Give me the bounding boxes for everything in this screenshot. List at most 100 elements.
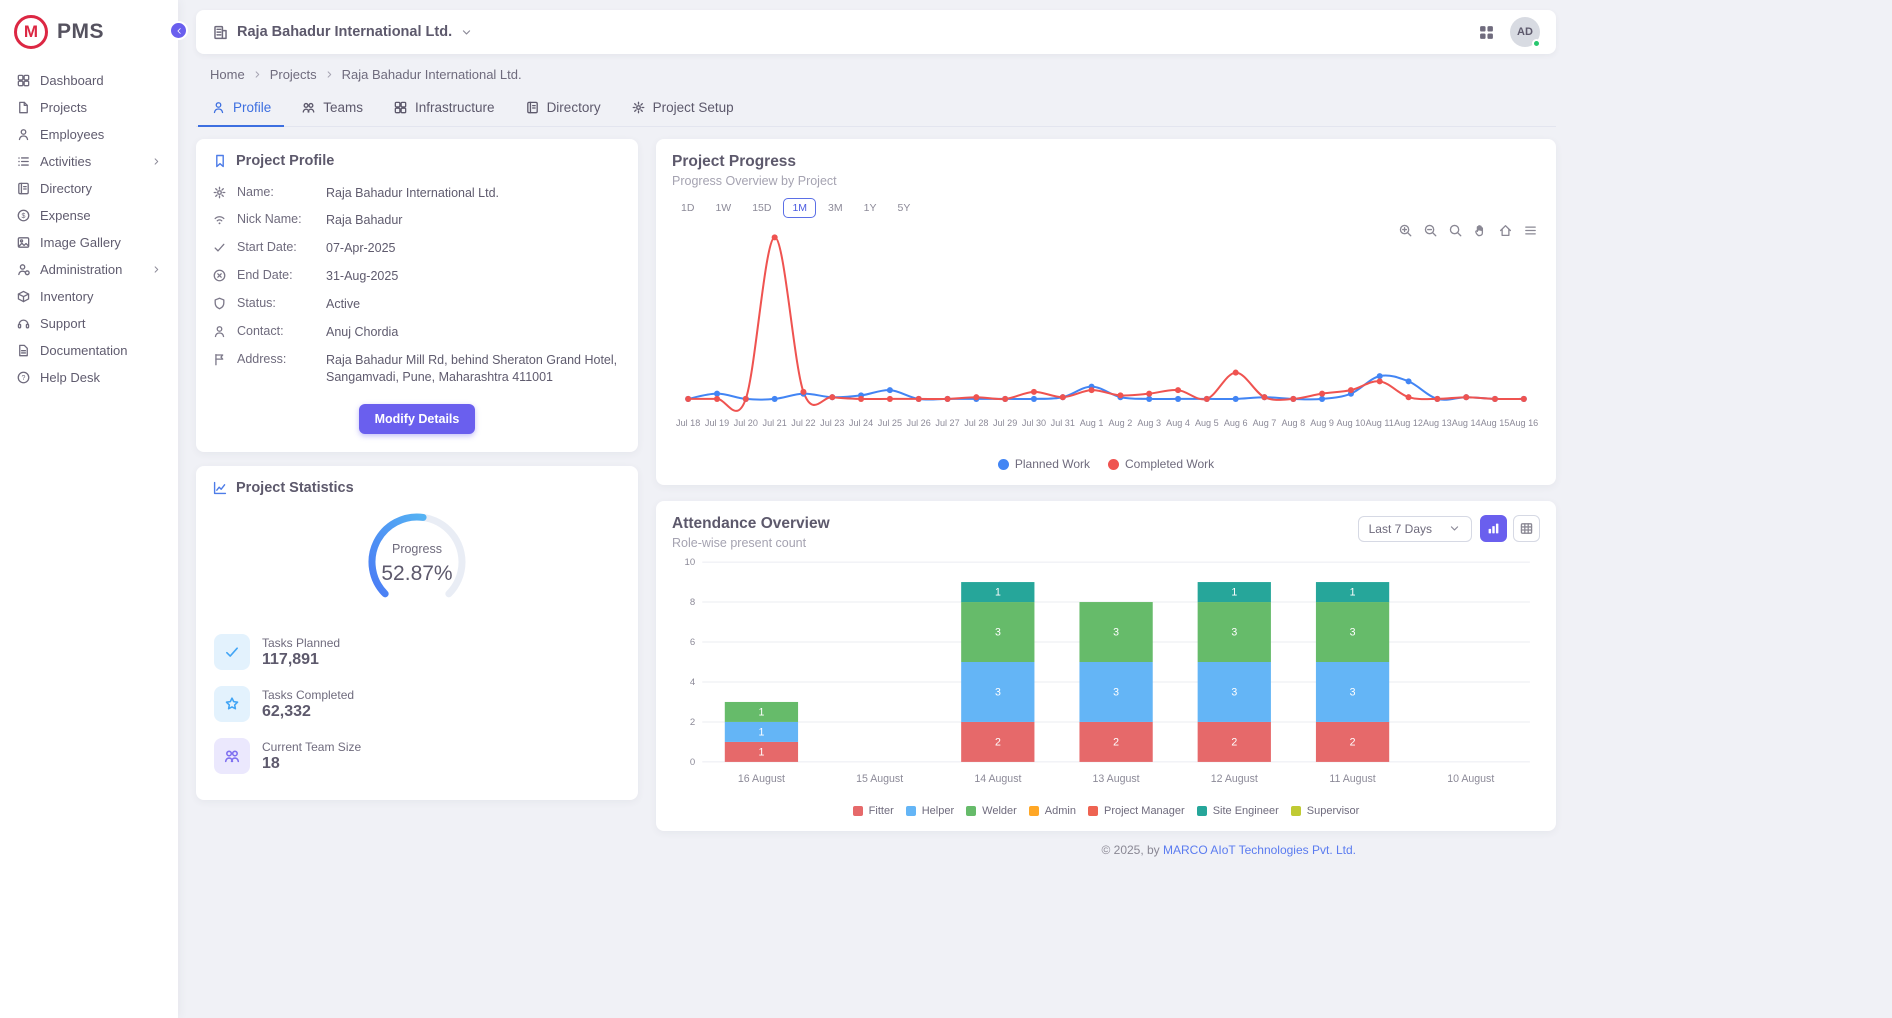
legend-welder[interactable]: Welder: [966, 805, 1017, 817]
profile-field-nick-name: Nick Name:Raja Bahadur: [212, 207, 622, 235]
apps-grid-icon[interactable]: [1477, 23, 1496, 42]
sidebar-item-employees[interactable]: Employees: [8, 121, 170, 148]
tab-profile[interactable]: Profile: [198, 91, 284, 127]
shield-icon: [212, 296, 227, 311]
sidebar-item-directory[interactable]: Directory: [8, 175, 170, 202]
gauge-label: Progress: [357, 542, 477, 556]
sidebar-item-documentation[interactable]: Documentation: [8, 337, 170, 364]
legend-admin[interactable]: Admin: [1029, 805, 1076, 817]
legend-project-manager[interactable]: Project Manager: [1088, 805, 1185, 817]
sidebar-item-support[interactable]: Support: [8, 310, 170, 337]
breadcrumb-raja-bahadur-international-ltd: Raja Bahadur International Ltd.: [342, 67, 522, 82]
chevron-down-icon: [460, 26, 473, 39]
svg-text:11 August: 11 August: [1329, 773, 1375, 785]
attendance-range-select[interactable]: Last 7 Days: [1358, 516, 1472, 542]
range-15d[interactable]: 15D: [743, 198, 780, 218]
range-1y[interactable]: 1Y: [855, 198, 886, 218]
legend-label: Completed Work: [1125, 457, 1214, 471]
topbar: Raja Bahadur International Ltd. AD: [196, 10, 1556, 54]
field-label: Status:: [237, 296, 317, 310]
svg-text:2: 2: [1231, 737, 1237, 749]
view-toggle-bar-chart[interactable]: [1480, 515, 1507, 542]
legend-completed-work[interactable]: Completed Work: [1108, 457, 1214, 471]
sidebar-item-label: Activities: [40, 154, 91, 169]
legend-site-engineer[interactable]: Site Engineer: [1197, 805, 1279, 817]
chart-pan-button[interactable]: [1473, 223, 1488, 243]
svg-text:1: 1: [758, 707, 764, 719]
team-icon-badge: [214, 738, 250, 774]
chart-magnifier-button[interactable]: [1448, 223, 1463, 243]
chart-zoom-out-button[interactable]: [1423, 223, 1438, 243]
footer-link[interactable]: MARCO AIoT Technologies Pvt. Ltd.: [1163, 843, 1356, 857]
app-name: PMS: [57, 20, 104, 44]
app-logo[interactable]: M PMS: [0, 0, 178, 65]
bar-chart-icon: [1486, 521, 1501, 536]
sidebar-collapse-button[interactable]: [169, 21, 188, 40]
svg-text:Aug 9: Aug 9: [1310, 418, 1334, 428]
range-1w[interactable]: 1W: [706, 198, 740, 218]
svg-text:2: 2: [690, 717, 695, 728]
svg-text:1: 1: [758, 747, 764, 759]
svg-text:3: 3: [1113, 687, 1119, 699]
stat-value: 117,891: [262, 651, 340, 669]
svg-text:Aug 16: Aug 16: [1509, 418, 1538, 428]
breadcrumb-home[interactable]: Home: [210, 67, 245, 82]
tab-directory[interactable]: Directory: [512, 91, 614, 127]
tab-project-setup[interactable]: Project Setup: [618, 91, 747, 127]
sidebar-item-activities[interactable]: Activities: [8, 148, 170, 175]
svg-text:2: 2: [1350, 737, 1356, 749]
zoom-out-icon: [1423, 223, 1438, 238]
star-icon-badge: [214, 686, 250, 722]
breadcrumb-projects[interactable]: Projects: [270, 67, 317, 82]
stat-label: Tasks Planned: [262, 636, 340, 650]
tab-infrastructure[interactable]: Infrastructure: [380, 91, 508, 127]
svg-text:Aug 5: Aug 5: [1195, 418, 1219, 428]
tab-teams[interactable]: Teams: [288, 91, 376, 127]
user-avatar[interactable]: AD: [1510, 17, 1540, 47]
chart-zoom-in-button[interactable]: [1398, 223, 1413, 243]
sidebar-item-projects[interactable]: Projects: [8, 94, 170, 121]
legend-swatch: [1088, 806, 1098, 816]
view-toggle-table[interactable]: [1513, 515, 1540, 542]
legend-label: Helper: [922, 805, 954, 817]
svg-text:Aug 1: Aug 1: [1080, 418, 1104, 428]
svg-text:Jul 22: Jul 22: [791, 418, 815, 428]
logo-m-icon: M: [14, 15, 48, 49]
sidebar-item-inventory[interactable]: Inventory: [8, 283, 170, 310]
range-1m[interactable]: 1M: [783, 198, 816, 218]
chart-home-button[interactable]: [1498, 223, 1513, 243]
table-icon: [1519, 521, 1534, 536]
sidebar-item-label: Image Gallery: [40, 235, 121, 250]
range-buttons: 1D1W15D1M3M1Y5Y: [672, 198, 1540, 218]
projects-icon: [16, 100, 31, 115]
range-1d[interactable]: 1D: [672, 198, 703, 218]
sidebar-item-label: Support: [40, 316, 86, 331]
footer-text: © 2025, by: [1101, 843, 1163, 857]
chart-menu-button[interactable]: [1523, 223, 1538, 243]
range-5y[interactable]: 5Y: [888, 198, 919, 218]
svg-text:3: 3: [995, 627, 1001, 639]
legend-label: Admin: [1045, 805, 1076, 817]
sidebar-item-image-gallery[interactable]: Image Gallery: [8, 229, 170, 256]
profile-field-end-date: End Date:31-Aug-2025: [212, 263, 622, 291]
legend-helper[interactable]: Helper: [906, 805, 954, 817]
svg-text:Aug 4: Aug 4: [1166, 418, 1190, 428]
sidebar-item-expense[interactable]: $Expense: [8, 202, 170, 229]
svg-text:3: 3: [1231, 687, 1237, 699]
legend-fitter[interactable]: Fitter: [853, 805, 894, 817]
svg-text:Jul 27: Jul 27: [935, 418, 959, 428]
sidebar-item-help-desk[interactable]: ?Help Desk: [8, 364, 170, 391]
logo-letter: M: [24, 22, 38, 42]
range-3m[interactable]: 3M: [819, 198, 852, 218]
legend-supervisor[interactable]: Supervisor: [1291, 805, 1360, 817]
field-label: Contact:: [237, 324, 317, 338]
sidebar-item-administration[interactable]: Administration: [8, 256, 170, 283]
modify-details-button[interactable]: Modify Details: [359, 404, 476, 434]
svg-text:3: 3: [1113, 627, 1119, 639]
chevron-down-icon: [1448, 522, 1461, 535]
svg-text:Jul 18: Jul 18: [676, 418, 700, 428]
sidebar-item-dashboard[interactable]: Dashboard: [8, 67, 170, 94]
user-icon: [211, 100, 226, 115]
company-selector[interactable]: Raja Bahadur International Ltd.: [212, 24, 473, 41]
legend-planned-work[interactable]: Planned Work: [998, 457, 1090, 471]
